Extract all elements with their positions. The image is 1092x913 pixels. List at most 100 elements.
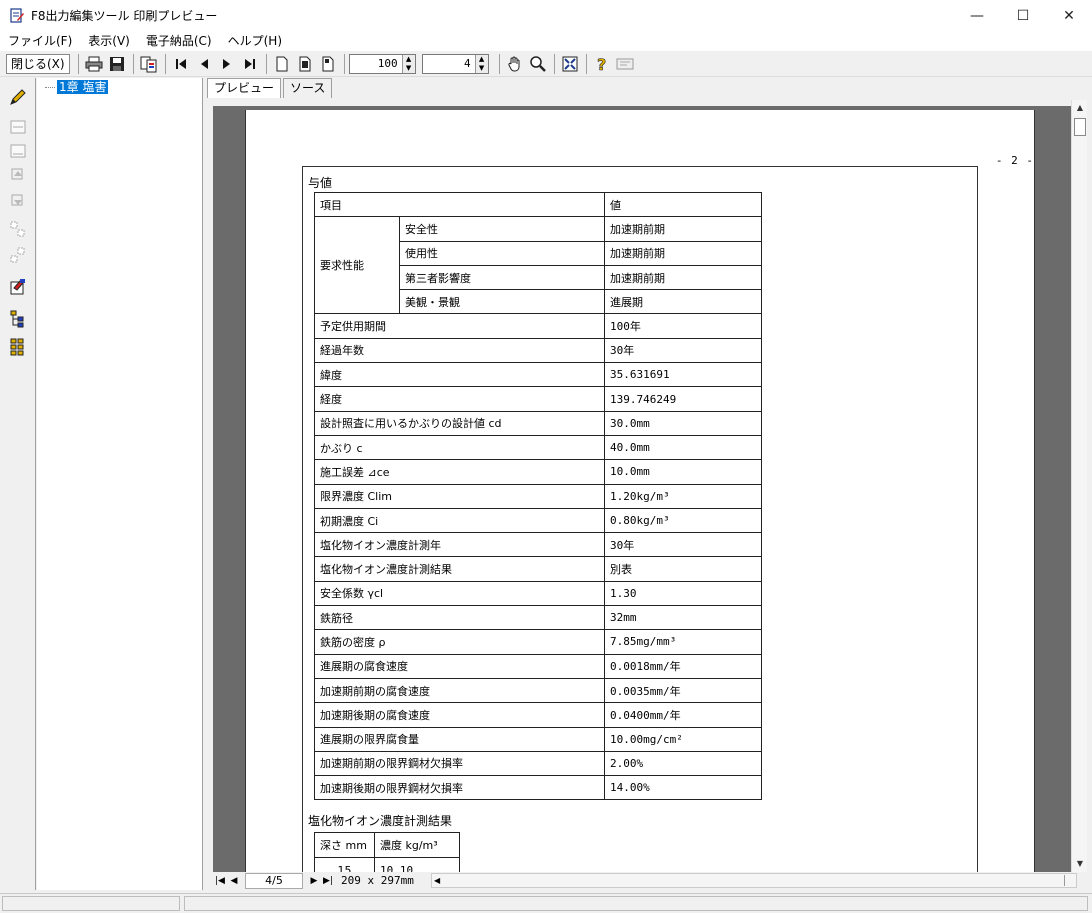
chloride-results-table: 深さ mm 濃度 kg/m³ 15 10.10 bbox=[314, 832, 460, 872]
nav-first-icon[interactable]: |◀ bbox=[213, 876, 227, 886]
about-icon[interactable] bbox=[614, 53, 636, 75]
menu-help[interactable]: ヘルプ(H) bbox=[220, 31, 290, 51]
row-value: 加速期前期 bbox=[604, 264, 762, 291]
toolbar-separator bbox=[498, 53, 500, 74]
toolbar-separator bbox=[585, 53, 587, 74]
next-page-icon[interactable] bbox=[216, 53, 238, 75]
magnifier-icon[interactable] bbox=[527, 53, 549, 75]
scroll-thumb[interactable] bbox=[1074, 118, 1086, 136]
page-up-icon[interactable]: ▲ bbox=[475, 54, 488, 64]
print-icon[interactable] bbox=[83, 53, 105, 75]
vertical-scrollbar[interactable]: ▲ ▼ bbox=[1071, 100, 1087, 872]
row-label: かぶり c bbox=[314, 434, 605, 461]
tree-connector bbox=[45, 86, 55, 88]
table-row: 予定供用期間 100年 bbox=[314, 313, 762, 339]
properties-icon[interactable] bbox=[6, 276, 30, 298]
close-preview-button[interactable]: 閉じる(X) bbox=[6, 53, 70, 74]
move-down-icon[interactable] bbox=[6, 190, 30, 212]
nav-last-icon[interactable]: ▶| bbox=[321, 876, 335, 886]
horizontal-scrollbar[interactable]: ◀ bbox=[431, 873, 1077, 888]
row-label: 美観・景観 bbox=[399, 289, 605, 315]
insert-above-icon[interactable] bbox=[6, 116, 30, 138]
save-icon[interactable] bbox=[106, 53, 128, 75]
table-row: 加速期前期の腐食速度 0.0035mm/年 bbox=[314, 677, 762, 704]
fit-window-icon[interactable] bbox=[559, 53, 581, 75]
maximize-button[interactable]: ☐ bbox=[1000, 0, 1046, 31]
pencil-icon[interactable] bbox=[6, 86, 30, 108]
page-indicator[interactable]: 4/5 bbox=[245, 872, 303, 889]
row-label: 安全性 bbox=[399, 216, 605, 242]
insert-below-icon[interactable] bbox=[6, 140, 30, 162]
toolbar-separator bbox=[343, 53, 345, 74]
row-label: 設計照査に用いるかぶりの設計値 cd bbox=[314, 410, 605, 436]
row-value: 30年 bbox=[604, 532, 762, 558]
hand-pan-icon[interactable] bbox=[504, 53, 526, 75]
row-label: 塩化物イオン濃度計測結果 bbox=[314, 556, 605, 582]
preview-area[interactable]: - 2 - 与値 項目 値 要求性能 安全性 加速期前期 使用性 加速期前期 第… bbox=[209, 100, 1071, 872]
row-value: 加速期前期 bbox=[604, 216, 762, 242]
move-up-icon[interactable] bbox=[6, 164, 30, 186]
row-label: 緯度 bbox=[314, 362, 605, 388]
zoom-spinner[interactable]: 100 ▲ ▼ bbox=[348, 53, 416, 74]
row-label: 予定供用期間 bbox=[314, 313, 605, 339]
zoom-down-icon[interactable]: ▼ bbox=[402, 63, 415, 73]
section-title-chloride-results: 塩化物イオン濃度計測結果 bbox=[308, 814, 453, 828]
tree-collapse-icon[interactable] bbox=[6, 336, 30, 358]
tab-preview[interactable]: プレビュー bbox=[207, 78, 282, 98]
scroll-down-icon[interactable]: ▼ bbox=[1072, 856, 1088, 872]
paper-page: - 2 - 与値 項目 値 要求性能 安全性 加速期前期 使用性 加速期前期 第… bbox=[245, 110, 1035, 872]
outdent-icon[interactable] bbox=[6, 244, 30, 266]
scroll-left-icon[interactable]: ◀ bbox=[434, 874, 440, 887]
menu-view[interactable]: 表示(V) bbox=[80, 31, 138, 51]
first-page-icon[interactable] bbox=[170, 53, 192, 75]
indent-icon[interactable] bbox=[6, 218, 30, 240]
status-cell bbox=[184, 896, 1088, 911]
row-value: 40.0mm bbox=[604, 434, 762, 461]
row-label: 加速期前期の腐食速度 bbox=[314, 677, 605, 704]
page-down-icon[interactable]: ▼ bbox=[475, 63, 488, 73]
page-width-icon[interactable] bbox=[294, 53, 316, 75]
table-row: 鉄筋の密度 ρ 7.85mg/mm³ bbox=[314, 629, 762, 655]
table-row: 経度 139.746249 bbox=[314, 386, 762, 412]
preview-nav-bar: |◀ ◀ 4/5 ▶ ▶| 209 x 297mm ◀ bbox=[209, 872, 1087, 889]
export-pages-icon[interactable] bbox=[138, 53, 160, 75]
nav-next-icon[interactable]: ▶ bbox=[307, 876, 321, 886]
row-value: 32mm bbox=[604, 605, 762, 631]
row-label: 安全係数 γcl bbox=[314, 580, 605, 607]
previous-page-icon[interactable] bbox=[193, 53, 215, 75]
toolbar-separator bbox=[132, 53, 134, 74]
page-value[interactable]: 4 bbox=[423, 55, 475, 73]
zoom-value[interactable]: 100 bbox=[350, 55, 402, 73]
zoom-up-icon[interactable]: ▲ bbox=[402, 54, 415, 64]
group-label: 要求性能 bbox=[314, 216, 400, 315]
minimize-button[interactable]: — bbox=[954, 0, 1000, 31]
nav-prev-icon[interactable]: ◀ bbox=[227, 876, 241, 886]
menu-electronic-delivery[interactable]: 電子納品(C) bbox=[138, 31, 220, 51]
scroll-up-icon[interactable]: ▲ bbox=[1072, 100, 1088, 116]
scroll-right-icon[interactable] bbox=[1064, 875, 1074, 886]
tree-node-label[interactable]: 1章 塩害 bbox=[57, 80, 109, 94]
paper-size: 209 x 297mm bbox=[341, 874, 414, 887]
table-row: 加速期後期の限界鋼材欠損率 14.00% bbox=[314, 775, 762, 801]
menu-file[interactable]: ファイル(F) bbox=[0, 31, 80, 51]
table-row: 緯度 35.631691 bbox=[314, 362, 762, 388]
row-label: 加速期後期の腐食速度 bbox=[314, 702, 605, 728]
row-label: 鉄筋径 bbox=[314, 605, 605, 631]
tree-expand-icon[interactable] bbox=[6, 308, 30, 330]
row-label: 経過年数 bbox=[314, 337, 605, 364]
table-row: 鉄筋径 32mm bbox=[314, 605, 762, 631]
help-icon[interactable]: ? bbox=[591, 53, 613, 75]
row-value: 0.0018mm/年 bbox=[604, 653, 762, 679]
close-window-button[interactable]: ✕ bbox=[1046, 0, 1092, 31]
concentration-cell: 10.10 bbox=[374, 857, 460, 872]
single-page-icon[interactable] bbox=[271, 53, 293, 75]
last-page-icon[interactable] bbox=[239, 53, 261, 75]
parameters-table: 項目 値 要求性能 安全性 加速期前期 使用性 加速期前期 第三者影響度 加速期… bbox=[314, 191, 762, 801]
whole-page-icon[interactable] bbox=[317, 53, 339, 75]
tab-source[interactable]: ソース bbox=[283, 78, 333, 98]
page-spinner[interactable]: 4 ▲ ▼ bbox=[421, 53, 489, 74]
tree-node-chapter1[interactable]: 1章 塩害 bbox=[45, 80, 109, 94]
table-row: 経過年数 30年 bbox=[314, 337, 762, 364]
row-value: 30.0mm bbox=[604, 410, 762, 436]
row-value: 0.80kg/m³ bbox=[604, 507, 762, 534]
